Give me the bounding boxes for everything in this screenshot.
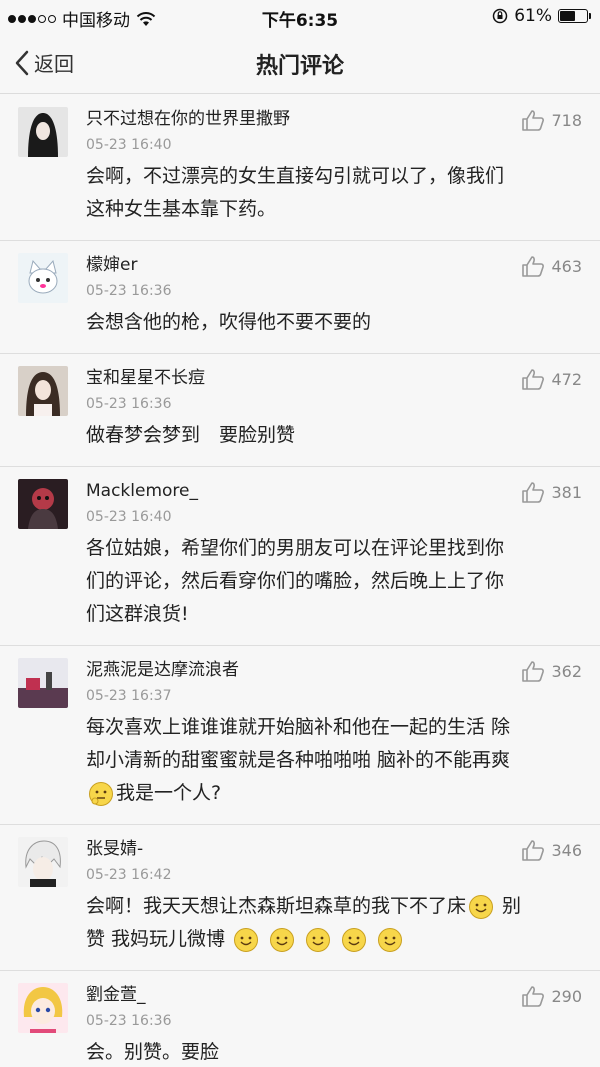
avatar[interactable] — [18, 366, 68, 416]
username[interactable]: 只不过想在你的世界里撒野 — [86, 107, 582, 131]
comment-text: 各位姑娘，希望你们的男朋友可以在评论里找到你 们的评论，然后看穿你们的嘴脸，然后… — [86, 532, 582, 631]
page-title: 热门评论 — [255, 54, 344, 79]
back-label: 返回 — [34, 52, 74, 76]
comment-line: 做春梦会梦到 要脸别赞 — [86, 424, 296, 446]
like-count: 718 — [551, 110, 582, 130]
comment-line: 这种女生基本靠下药。 — [86, 198, 277, 220]
like-count: 290 — [551, 986, 582, 1006]
comment-item: 张旻婧- 05-23 16:42 会啊！我天天想让杰森斯坦森草的我下不了床 别 … — [0, 825, 600, 971]
comment-line: 各位姑娘，希望你们的男朋友可以在评论里找到你 — [86, 537, 505, 559]
back-button[interactable]: 返回 — [14, 48, 74, 77]
comment-line-with-emoji: 我是一个人? — [86, 777, 582, 810]
thumbs-up-icon — [522, 840, 545, 861]
timestamp: 05-23 16:40 — [86, 137, 172, 153]
comment-item: 泥燕泥是达摩流浪者 05-23 16:37 每次喜欢上谁谁谁就开始脑补和他在一起… — [0, 646, 600, 825]
comment-list: 只不过想在你的世界里撒野 05-23 16:40 会啊，不过漂亮的女生直接勾引就… — [0, 95, 600, 1067]
thumbs-up-icon — [522, 256, 545, 277]
smile-emoji-icon — [234, 927, 259, 952]
comment-text: 会想含他的枪，吹得他不要不要的 — [86, 306, 582, 339]
like-count: 381 — [551, 482, 582, 502]
timestamp: 05-23 16:36 — [86, 396, 172, 412]
thinking-emoji-icon — [89, 781, 113, 806]
comment-text: 做春梦会梦到 要脸别赞 — [86, 419, 582, 452]
comment-line: 会啊，不过漂亮的女生直接勾引就可以了，像我们 — [86, 165, 505, 187]
comment-line: 会想含他的枪，吹得他不要不要的 — [86, 311, 372, 333]
like-count: 362 — [551, 661, 582, 681]
smile-emoji-icon — [469, 894, 494, 919]
orientation-lock-icon — [492, 8, 508, 24]
timestamp: 05-23 16:36 — [86, 283, 172, 299]
avatar[interactable] — [18, 658, 68, 708]
username[interactable]: 檬婶er — [86, 253, 582, 277]
comment-item: 宝和星星不长痘 05-23 16:36 做春梦会梦到 要脸别赞 472 — [0, 354, 600, 467]
timestamp: 05-23 16:36 — [86, 1013, 172, 1029]
comment-line: 却小清新的甜蜜蜜就是各种啪啪啪 脑补的不能再爽 — [86, 749, 511, 771]
smile-emoji-icon — [342, 927, 367, 952]
like-count: 472 — [551, 369, 582, 389]
status-bar: 中国移动 下午6:35 61% — [0, 0, 600, 34]
thumbs-up-icon — [522, 986, 545, 1007]
like-button[interactable]: 346 — [521, 839, 582, 861]
comment-line: 们的评论，然后看穿你们的嘴脸，然后晚上上了你 — [86, 570, 505, 592]
thumbs-up-icon — [522, 482, 545, 503]
like-button[interactable]: 362 — [521, 660, 582, 682]
like-button[interactable]: 718 — [521, 109, 582, 131]
comment-text: 会啊，不过漂亮的女生直接勾引就可以了，像我们 这种女生基本靠下药。 — [86, 160, 582, 226]
like-button[interactable]: 381 — [521, 481, 582, 503]
comment-line: 们这群浪货! — [86, 603, 189, 625]
chevron-left-icon — [15, 50, 29, 75]
comment-item: Macklemore_ 05-23 16:40 各位姑娘，希望你们的男朋友可以在… — [0, 467, 600, 646]
comment-text: 会。别赞。要脸 — [86, 1036, 582, 1067]
like-count: 346 — [551, 840, 582, 860]
timestamp: 05-23 16:42 — [86, 867, 172, 883]
battery-icon — [558, 9, 591, 23]
avatar[interactable] — [18, 983, 68, 1033]
comment-line: 会。别赞。要脸 — [86, 1041, 220, 1063]
username[interactable]: 泥燕泥是达摩流浪者 — [86, 658, 582, 682]
username[interactable]: 张旻婧- — [86, 837, 582, 861]
like-button[interactable]: 290 — [521, 985, 582, 1007]
thumbs-up-icon — [522, 369, 545, 390]
comment-line: 每次喜欢上谁谁谁就开始脑补和他在一起的生活 除 — [86, 716, 511, 738]
smile-emoji-icon — [378, 927, 403, 952]
comment-line-with-emoji: 赞 我妈玩儿微博 — [86, 923, 582, 956]
avatar[interactable] — [18, 479, 68, 529]
username[interactable]: Macklemore_ — [86, 479, 582, 503]
comment-text: 每次喜欢上谁谁谁就开始脑补和他在一起的生活 除 却小清新的甜蜜蜜就是各种啪啪啪 … — [86, 711, 582, 810]
smile-emoji-icon — [270, 927, 295, 952]
username[interactable]: 宝和星星不长痘 — [86, 366, 582, 390]
thumbs-up-icon — [522, 661, 545, 682]
battery-percent: 61% — [514, 6, 552, 26]
username[interactable]: 劉金萱_ — [86, 983, 582, 1007]
timestamp: 05-23 16:37 — [86, 688, 172, 704]
comment-text: 会啊！我天天想让杰森斯坦森草的我下不了床 别 赞 我妈玩儿微博 — [86, 890, 582, 956]
comment-item: 只不过想在你的世界里撒野 05-23 16:40 会啊，不过漂亮的女生直接勾引就… — [0, 95, 600, 241]
smile-emoji-icon — [306, 927, 331, 952]
comment-item: 劉金萱_ 05-23 16:36 会。别赞。要脸 290 — [0, 971, 600, 1067]
timestamp: 05-23 16:40 — [86, 509, 172, 525]
avatar[interactable] — [18, 107, 68, 157]
nav-bar: 返回 热门评论 — [0, 34, 600, 94]
comment-item: 檬婶er 05-23 16:36 会想含他的枪，吹得他不要不要的 463 — [0, 241, 600, 354]
comment-line-with-emoji: 会啊！我天天想让杰森斯坦森草的我下不了床 别 — [86, 890, 582, 923]
avatar[interactable] — [18, 837, 68, 887]
like-count: 463 — [551, 256, 582, 276]
thumbs-up-icon — [522, 110, 545, 131]
like-button[interactable]: 463 — [521, 255, 582, 277]
avatar[interactable] — [18, 253, 68, 303]
like-button[interactable]: 472 — [521, 368, 582, 390]
